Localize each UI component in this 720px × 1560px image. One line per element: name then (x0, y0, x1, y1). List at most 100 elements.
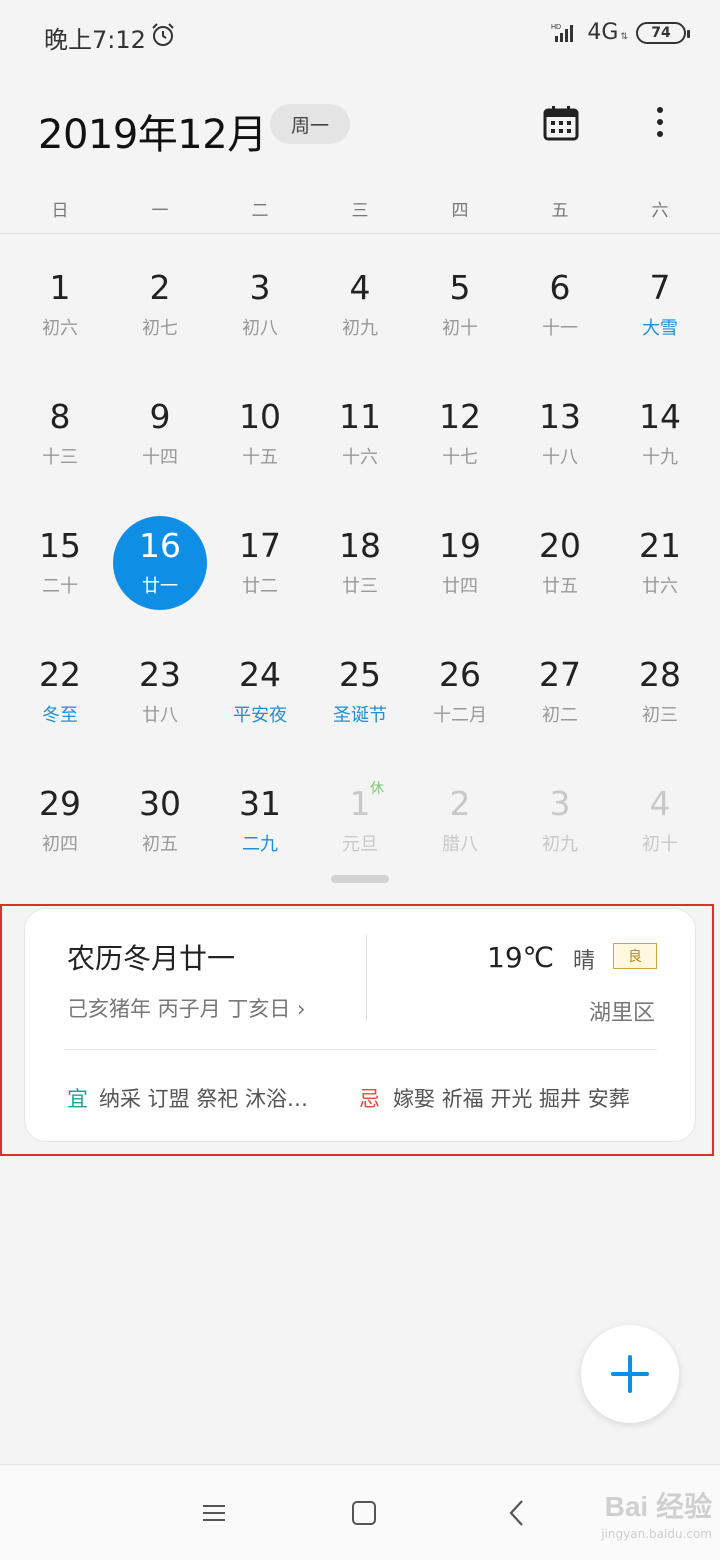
day-cell[interactable]: 5 初十 (410, 240, 510, 369)
day-number: 10 (239, 397, 281, 436)
clock: 晚上7:12 (44, 26, 146, 54)
lunar-label: 初九 (342, 318, 378, 339)
day-cell[interactable]: 23 廿八 (110, 627, 210, 756)
day-number: 25 (339, 655, 381, 694)
day-cell[interactable]: 20 廿五 (510, 498, 610, 627)
ganzhi-text[interactable]: 己亥猪年 丙子月 丁亥日 › (67, 993, 305, 1023)
day-cell[interactable]: 25 圣诞节 (310, 627, 410, 756)
day-cell[interactable]: 2 初七 (110, 240, 210, 369)
day-cell[interactable]: 12 十七 (410, 369, 510, 498)
day-cell[interactable]: 15 二十 (10, 498, 110, 627)
day-cell[interactable]: 3 初八 (210, 240, 310, 369)
weekday-label: 六 (651, 201, 669, 221)
day-cell[interactable]: 6 十一 (510, 240, 610, 369)
ji-label: 忌 (359, 1087, 380, 1111)
day-cell[interactable]: 29 初四 (10, 756, 110, 885)
week-row: 8 十三 9 十四 10 十五 11 十六 12 十七 13 十八 14 十九 (10, 369, 710, 498)
lunar-label: 十八 (542, 447, 578, 468)
month-title[interactable]: 2019年12月 (38, 102, 267, 160)
day-cell[interactable]: 9 十四 (110, 369, 210, 498)
holiday-rest-badge: 休 (370, 781, 384, 797)
day-number: 21 (639, 526, 681, 565)
weekday-row: 日 一 二 三 四 五 六 (10, 196, 710, 221)
day-cell[interactable]: 14 十九 (610, 369, 710, 498)
day-number: 26 (439, 655, 481, 694)
day-cell[interactable]: 24 平安夜 (210, 627, 310, 756)
day-cell-next-month[interactable]: 2 腊八 (410, 756, 510, 885)
lunar-label: 廿四 (442, 576, 478, 597)
day-number: 13 (539, 397, 581, 436)
day-number: 18 (339, 526, 381, 565)
lunar-label: 初九 (542, 834, 578, 855)
battery-level: 74 (651, 24, 671, 41)
home-icon[interactable] (350, 1499, 378, 1527)
day-cell[interactable]: 4 初九 (310, 240, 410, 369)
day-cell[interactable]: 21 廿六 (610, 498, 710, 627)
watermark-sub: jingyan.baidu.com (601, 1527, 712, 1541)
day-cell[interactable]: 1 初六 (10, 240, 110, 369)
system-nav-bar: Bai 经验 jingyan.baidu.com (0, 1464, 720, 1560)
calendar-icon[interactable] (542, 104, 580, 142)
lunar-label: 廿五 (542, 576, 578, 597)
weekday-label: 一 (151, 201, 169, 221)
add-event-button[interactable] (581, 1325, 679, 1423)
day-cell-next-month[interactable]: 1 休元旦 (310, 756, 410, 885)
day-number: 23 (139, 655, 181, 694)
day-cell-next-month[interactable]: 4 初十 (610, 756, 710, 885)
solar-term-label: 二九 (242, 834, 278, 855)
lunar-label: 初十 (642, 834, 678, 855)
day-cell-next-month[interactable]: 3 初九 (510, 756, 610, 885)
almanac-card[interactable]: 农历冬月廿一 己亥猪年 丙子月 丁亥日 › 19℃ 晴 良 湖里区 宜 纳采 订… (24, 908, 696, 1142)
weather-condition: 晴 (573, 949, 596, 974)
watermark-main: Bai 经验 (604, 1491, 712, 1522)
day-number: 11 (339, 397, 381, 436)
drag-handle[interactable] (331, 875, 389, 883)
day-number: 9 (149, 397, 171, 436)
day-cell[interactable]: 28 初三 (610, 627, 710, 756)
day-number: 7 (649, 268, 671, 307)
day-cell[interactable]: 11 十六 (310, 369, 410, 498)
lunar-label: 十九 (642, 447, 678, 468)
calendar-header: 2019年12月 周一 (0, 90, 720, 160)
day-cell[interactable]: 22 冬至 (10, 627, 110, 756)
lunar-label: 廿三 (342, 576, 378, 597)
yi-items: 纳采 订盟 祭祀 沐浴… (99, 1087, 309, 1111)
day-number: 5 (449, 268, 471, 307)
holiday-label: 元旦 (342, 834, 378, 855)
day-number: 4 (649, 784, 671, 823)
more-options-icon[interactable] (646, 104, 674, 144)
solar-term-label: 冬至 (42, 705, 78, 726)
day-cell[interactable]: 10 十五 (210, 369, 310, 498)
lunar-label: 初七 (142, 318, 178, 339)
chevron-right-icon: › (297, 997, 306, 1021)
day-cell[interactable]: 30 初五 (110, 756, 210, 885)
week-row: 22 冬至 23 廿八 24 平安夜 25 圣诞节 26 十二月 27 初二 28 初三 (10, 627, 710, 756)
day-cell[interactable]: 17 廿二 (210, 498, 310, 627)
weekday-label: 二 (251, 201, 269, 221)
day-cell[interactable]: 19 廿四 (410, 498, 510, 627)
divider (0, 233, 720, 234)
lunar-label: 十七 (442, 447, 478, 468)
day-cell[interactable]: 7 大雪 (610, 240, 710, 369)
day-number: 2 (149, 268, 171, 307)
weekday-label: 五 (551, 201, 569, 221)
lunar-label: 十五 (242, 447, 278, 468)
day-cell-today[interactable]: 16 廿一 (110, 498, 210, 627)
day-cell[interactable]: 13 十八 (510, 369, 610, 498)
back-icon[interactable] (506, 1497, 528, 1529)
battery-icon: 74 (636, 21, 690, 44)
day-cell[interactable]: 8 十三 (10, 369, 110, 498)
day-cell[interactable]: 31 二九 (210, 756, 310, 885)
menu-icon[interactable] (200, 1499, 228, 1527)
weekday-pill[interactable]: 周一 (270, 104, 350, 144)
day-cell[interactable]: 18 廿三 (310, 498, 410, 627)
ganzhi-label: 己亥猪年 丙子月 丁亥日 (67, 997, 291, 1021)
yi-label: 宜 (67, 1087, 88, 1111)
lunar-date: 农历冬月廿一 (67, 942, 236, 975)
weekday-label: 日 (51, 201, 69, 221)
day-cell[interactable]: 27 初二 (510, 627, 610, 756)
day-cell[interactable]: 26 十二月 (410, 627, 510, 756)
day-number: 4 (349, 268, 371, 307)
week-row: 15 二十 16 廿一 17 廿二 18 廿三 19 廿四 20 廿五 21 廿六 (10, 498, 710, 627)
lunar-label: 廿一 (142, 576, 178, 597)
